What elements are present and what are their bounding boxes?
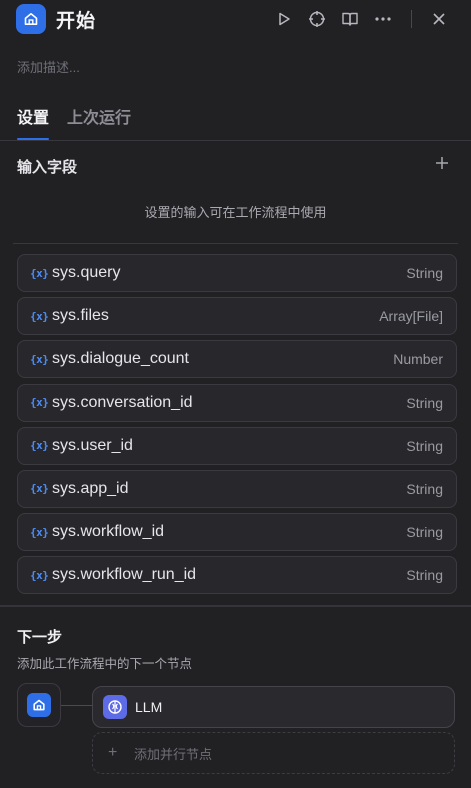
start-node	[17, 683, 61, 727]
variable-name: sys.workflow_id	[52, 523, 165, 541]
home-icon	[16, 4, 46, 34]
inputs-divider	[13, 243, 458, 244]
variable-row[interactable]: {x} sys.app_id String	[17, 469, 457, 508]
variable-row[interactable]: {x} sys.query String	[17, 254, 457, 292]
variable-row[interactable]: {x} sys.workflow_run_id String	[17, 556, 457, 595]
add-parallel-label: 添加并行节点	[134, 746, 213, 762]
node-title[interactable]: 开始	[56, 6, 96, 33]
variable-type: String	[406, 394, 443, 411]
input-fields-title: 输入字段	[17, 159, 78, 176]
tabs-divider	[0, 140, 471, 141]
play-icon[interactable]	[267, 4, 300, 34]
variable-type: String	[406, 524, 443, 541]
variable-name: sys.query	[52, 264, 121, 281]
tab-last-run[interactable]: 上次运行	[67, 104, 131, 140]
variable-name: sys.user_id	[52, 436, 133, 454]
section-divider	[0, 605, 471, 607]
variable-type: String	[406, 265, 443, 281]
crosshair-icon[interactable]	[300, 4, 333, 34]
more-icon[interactable]	[366, 4, 399, 34]
brain-icon	[103, 695, 127, 719]
variable-type: String	[406, 437, 443, 454]
plus-icon	[436, 157, 448, 169]
plus-icon: +	[108, 744, 118, 761]
variable-name: sys.app_id	[52, 479, 129, 497]
header-separator	[411, 10, 412, 28]
variable-row[interactable]: {x} sys.conversation_id String	[17, 383, 457, 422]
variable-icon: {x}	[30, 309, 49, 323]
next-step-title: 下一步	[17, 629, 63, 646]
header-actions	[267, 4, 455, 34]
panel-header: 开始	[16, 4, 455, 34]
tab-settings[interactable]: 设置	[17, 104, 50, 140]
home-icon	[27, 693, 51, 717]
next-step-description: 添加此工作流程中的下一个节点	[17, 657, 193, 671]
variable-type: String	[406, 480, 443, 497]
variable-type: Array[File]	[379, 308, 443, 325]
variable-name: sys.dialogue_count	[52, 350, 189, 368]
variable-list: {x} sys.query String {x} sys.files Array…	[17, 254, 457, 600]
variable-icon: {x}	[30, 568, 49, 582]
llm-node[interactable]: LLM	[92, 686, 455, 728]
variable-row[interactable]: {x} sys.user_id String	[17, 426, 457, 465]
variable-name: sys.workflow_run_id	[52, 566, 197, 584]
description-input[interactable]: 添加描述...	[17, 57, 80, 76]
variable-row[interactable]: {x} sys.dialogue_count Number	[17, 340, 457, 379]
add-input-button[interactable]	[433, 154, 451, 172]
variable-icon: {x}	[30, 439, 49, 453]
variable-type: Number	[393, 351, 443, 368]
node-connector	[61, 705, 92, 706]
variable-icon: {x}	[30, 352, 49, 366]
variable-icon: {x}	[30, 525, 49, 539]
variable-row[interactable]: {x} sys.workflow_id String	[17, 513, 457, 552]
variable-icon: {x}	[30, 266, 49, 280]
variable-name: sys.files	[52, 307, 109, 325]
variable-icon: {x}	[30, 396, 49, 410]
close-icon[interactable]	[422, 4, 455, 34]
variable-type: String	[406, 567, 443, 584]
variable-name: sys.conversation_id	[52, 393, 193, 411]
book-icon[interactable]	[333, 4, 366, 34]
variable-icon: {x}	[30, 482, 49, 496]
tab-bar: 设置 上次运行	[17, 104, 149, 140]
llm-node-label: LLM	[135, 699, 163, 715]
input-fields-hint: 设置的输入可在工作流程中使用	[144, 205, 327, 220]
add-parallel-node-button[interactable]: + 添加并行节点	[92, 732, 455, 774]
variable-row[interactable]: {x} sys.files Array[File]	[17, 297, 457, 336]
